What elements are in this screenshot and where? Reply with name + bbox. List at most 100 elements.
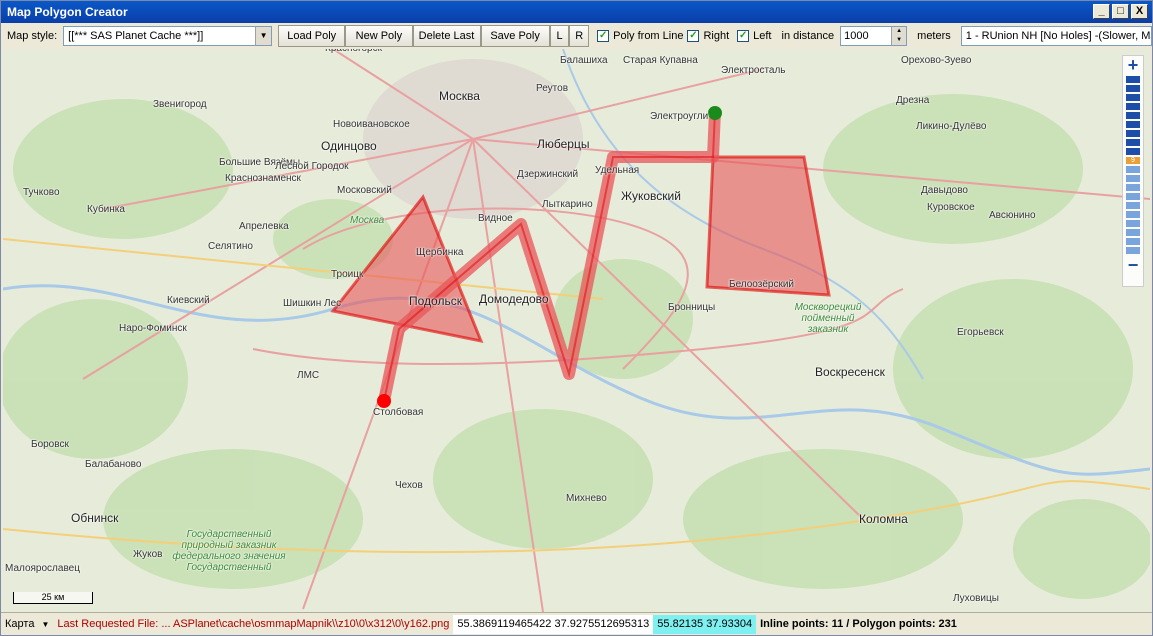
- right-side-button[interactable]: R: [569, 25, 590, 47]
- app-window: Map Polygon Creator _ □ X Map style: [[*…: [0, 0, 1153, 636]
- city-label: Звенигород: [153, 99, 207, 110]
- meters-label: meters: [917, 30, 951, 42]
- city-label: Москворецкий пойменный заказник: [794, 302, 862, 335]
- zoom-level[interactable]: [1126, 166, 1140, 173]
- spin-down-icon[interactable]: ▼: [891, 36, 907, 45]
- checkmark-icon: ✓: [687, 30, 700, 42]
- city-label: Жуков: [133, 549, 163, 560]
- center-coordinates: 55.82135 37.93304: [653, 614, 757, 634]
- city-label: Реутов: [536, 83, 569, 94]
- map-view[interactable]: Красногорск Балашиха Старая Купавна Электро…: [3, 49, 1150, 612]
- city-label: Люберцы: [537, 137, 590, 151]
- chevron-down-icon: ▼: [41, 619, 50, 629]
- network-select[interactable]: 1 - RUnion NH [No Holes] -(Slower, Ma: [960, 26, 1152, 46]
- city-label: Жуковский: [621, 189, 681, 203]
- city-label: Балабаново: [85, 459, 142, 470]
- zoom-level[interactable]: [1126, 238, 1140, 245]
- save-poly-button[interactable]: Save Poly: [480, 25, 550, 47]
- city-label: Чехов: [395, 480, 423, 491]
- poly-from-line-label: Poly from Line: [613, 30, 684, 42]
- city-label: Государственный природный заказник федер…: [172, 529, 286, 573]
- city-label: Орехово-Зуево: [901, 55, 972, 66]
- city-label: ЛМС: [297, 370, 320, 381]
- city-label: Егорьевск: [957, 327, 1004, 338]
- window-controls: _ □ X: [1093, 4, 1148, 19]
- city-label: Коломна: [859, 512, 908, 526]
- zoom-in-icon[interactable]: +: [1123, 56, 1143, 74]
- city-label: Наро-Фоминск: [119, 323, 187, 334]
- city-label: Краснознаменск: [225, 173, 301, 184]
- city-label: Балашиха: [560, 55, 608, 66]
- close-button[interactable]: X: [1131, 4, 1148, 19]
- left-side-button[interactable]: L: [549, 25, 570, 47]
- zoom-current-level[interactable]: 9: [1126, 157, 1140, 164]
- city-label: Видное: [478, 213, 513, 224]
- layer-dropdown[interactable]: Карта ▼: [1, 615, 53, 634]
- city-label: Давыдово: [921, 185, 968, 196]
- map-style-value: [[*** SAS Planet Cache ***]]: [68, 30, 204, 42]
- city-label: Лесной Городок: [275, 161, 349, 172]
- zoom-level[interactable]: [1126, 130, 1140, 137]
- spin-up-icon[interactable]: ▲: [891, 27, 907, 36]
- city-label: Электроугли: [650, 111, 709, 122]
- maximize-button[interactable]: □: [1112, 4, 1129, 19]
- map-style-select[interactable]: [[*** SAS Planet Cache ***]] ▼: [63, 26, 273, 46]
- city-label: Воскресенск: [815, 365, 885, 379]
- city-label: Красногорск: [325, 49, 382, 54]
- scale-bar: 25 км: [13, 592, 93, 604]
- checkmark-icon: ✓: [737, 30, 750, 42]
- right-label: Right: [703, 30, 730, 42]
- city-label: Подольск: [409, 294, 462, 308]
- poly-from-line-checkbox[interactable]: ✓ Poly from Line: [597, 30, 683, 42]
- city-label: Москва: [350, 215, 385, 226]
- zoom-level[interactable]: [1126, 148, 1140, 155]
- window-title: Map Polygon Creator: [7, 5, 128, 19]
- zoom-level[interactable]: [1126, 85, 1140, 92]
- city-label: Москва: [439, 89, 480, 103]
- zoom-control[interactable]: + 9 −: [1122, 55, 1144, 287]
- title-bar[interactable]: Map Polygon Creator _ □ X: [1, 1, 1152, 23]
- city-label: Михнево: [566, 493, 607, 504]
- zoom-level[interactable]: [1126, 247, 1140, 254]
- zoom-level[interactable]: [1126, 229, 1140, 236]
- zoom-out-icon[interactable]: −: [1123, 256, 1143, 274]
- start-marker[interactable]: [708, 106, 722, 120]
- load-poly-button[interactable]: Load Poly: [278, 25, 346, 47]
- zoom-level[interactable]: [1126, 211, 1140, 218]
- city-label: Щербинка: [416, 247, 464, 258]
- city-label: Обнинск: [71, 511, 119, 525]
- zoom-level[interactable]: [1126, 184, 1140, 191]
- zoom-level[interactable]: [1126, 94, 1140, 101]
- zoom-level[interactable]: [1126, 103, 1140, 110]
- minimize-button[interactable]: _: [1093, 4, 1110, 19]
- zoom-level[interactable]: [1126, 121, 1140, 128]
- delete-last-button[interactable]: Delete Last: [412, 25, 481, 47]
- left-checkbox[interactable]: ✓ Left: [737, 30, 772, 42]
- right-checkbox[interactable]: ✓ Right: [687, 30, 729, 42]
- city-label: Тучково: [23, 187, 60, 198]
- cursor-coordinates: 55.3869119465422 37.9275512695313: [453, 614, 654, 634]
- chevron-down-icon[interactable]: ▼: [255, 27, 272, 45]
- end-marker[interactable]: [377, 394, 391, 408]
- distance-stepper[interactable]: 1000 ▲ ▼: [840, 26, 908, 46]
- city-label: Троицк: [331, 269, 364, 280]
- city-label: Одинцово: [321, 139, 377, 153]
- zoom-level[interactable]: [1126, 193, 1140, 200]
- zoom-level[interactable]: [1126, 139, 1140, 146]
- new-poly-button[interactable]: New Poly: [345, 25, 413, 47]
- zoom-level[interactable]: [1126, 202, 1140, 209]
- checkmark-icon: ✓: [597, 30, 610, 42]
- zoom-level[interactable]: [1126, 175, 1140, 182]
- city-label: Старая Купавна: [623, 55, 698, 66]
- city-label: Авсюнино: [989, 210, 1036, 221]
- zoom-level[interactable]: [1126, 220, 1140, 227]
- city-label: Селятино: [208, 241, 253, 252]
- zoom-level[interactable]: [1126, 76, 1140, 83]
- zoom-level[interactable]: [1126, 112, 1140, 119]
- layer-label: Карта: [5, 617, 35, 630]
- city-label: Кубинка: [87, 204, 125, 215]
- toolbar: Map style: [[*** SAS Planet Cache ***]] …: [1, 23, 1152, 49]
- city-label: Киевский: [167, 295, 210, 306]
- points-counter: Inline points: 11 / Polygon points: 231: [760, 617, 957, 630]
- network-value: 1 - RUnion NH [No Holes] -(Slower, Ma: [965, 30, 1152, 42]
